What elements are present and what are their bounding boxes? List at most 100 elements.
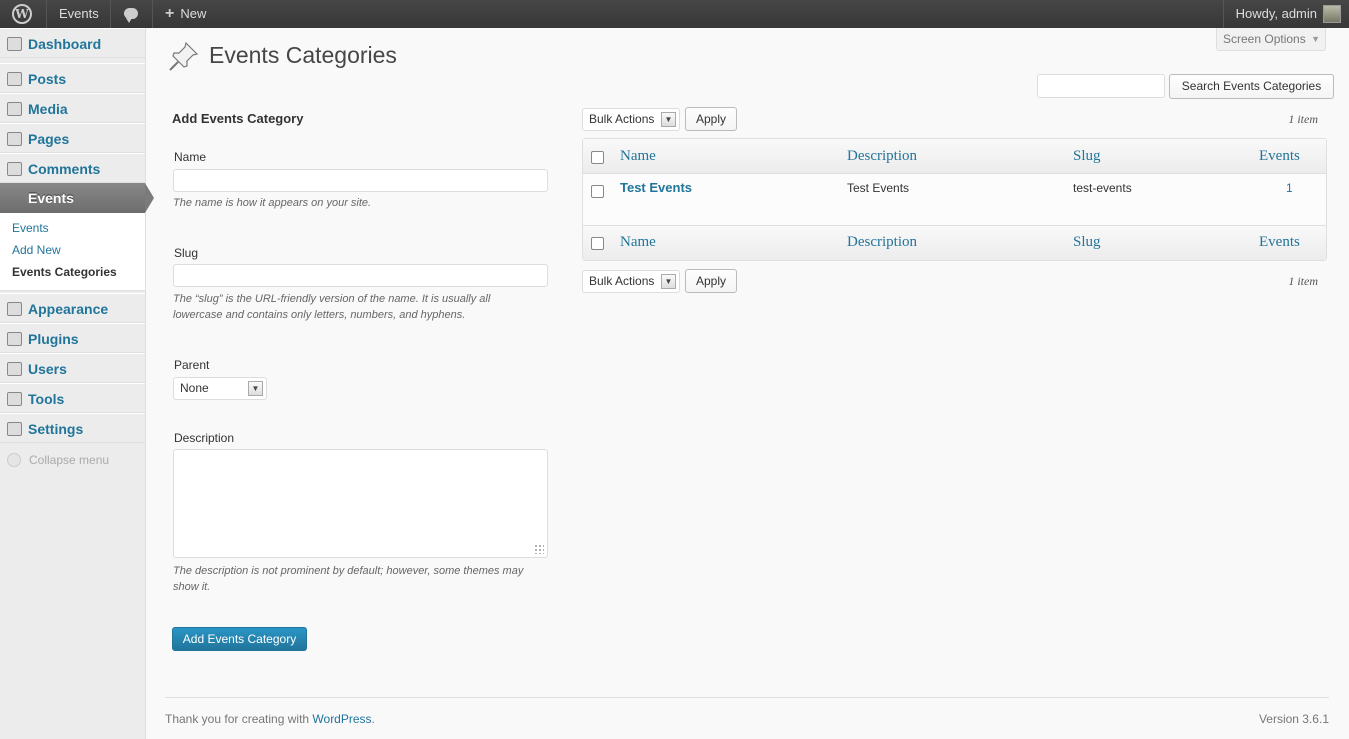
menu-settings[interactable]: Settings — [0, 413, 145, 443]
menu-pages[interactable]: Pages — [0, 123, 145, 153]
collapse-arrow-icon — [7, 452, 21, 467]
admin-bar: W Events + New Howdy, admin — [0, 0, 1349, 28]
plugin-icon — [7, 332, 22, 346]
menu-label: Tools — [28, 391, 65, 407]
row-description: Test Events — [847, 181, 910, 195]
wordpress-link[interactable]: WordPress — [312, 712, 371, 726]
settings-icon — [7, 422, 22, 436]
column-events-header[interactable]: Events — [1259, 148, 1300, 165]
avatar — [1323, 4, 1341, 23]
submenu-events[interactable]: Events — [12, 221, 49, 235]
row-checkbox[interactable] — [591, 185, 604, 198]
wordpress-logo-menu[interactable]: W — [0, 0, 46, 28]
description-help-line: The description is not prominent by defa… — [173, 565, 524, 577]
search-input[interactable] — [1037, 74, 1165, 98]
bulk-actions-value: Bulk Actions — [589, 112, 655, 126]
apply-button[interactable]: Apply — [685, 107, 737, 131]
column-description-header[interactable]: Description — [847, 148, 917, 165]
submenu-events-categories[interactable]: Events Categories — [12, 265, 117, 279]
menu-label: Posts — [28, 71, 67, 87]
add-events-category-button[interactable]: Add Events Category — [172, 627, 307, 651]
submenu-add-new[interactable]: Add New — [12, 243, 61, 257]
select-all-checkbox[interactable] — [591, 151, 604, 164]
menu-label: Settings — [28, 421, 84, 437]
parent-value: None — [180, 381, 209, 395]
resize-grip-icon[interactable] — [534, 544, 544, 554]
new-label: New — [180, 6, 207, 21]
table-header: Name Description Slug Events — [583, 139, 1326, 174]
wordpress-icon: W — [12, 4, 32, 24]
menu-comments[interactable]: Comments — [0, 153, 145, 183]
name-help: The name is how it appears on your site. — [173, 197, 372, 209]
menu-label: Comments — [28, 161, 101, 177]
pushpin-icon — [7, 72, 22, 86]
column-description-header[interactable]: Description — [847, 234, 917, 251]
events-submenu: Events Add New Events Categories — [0, 213, 145, 291]
menu-posts[interactable]: Posts — [0, 63, 145, 93]
row-name-link[interactable]: Test Events — [620, 180, 692, 195]
menu-appearance[interactable]: Appearance — [0, 293, 145, 323]
admin-menu: Dashboard Posts Media Pages Comments Eve… — [0, 28, 154, 739]
comments-icon — [7, 162, 22, 176]
table-row: Test Events Test Events test-events 1 — [583, 174, 1326, 225]
menu-plugins[interactable]: Plugins — [0, 323, 145, 353]
menu-users[interactable]: Users — [0, 353, 145, 383]
menu-media[interactable]: Media — [0, 93, 145, 123]
item-count-bottom: 1 item — [1288, 274, 1318, 288]
my-account-menu[interactable]: Howdy, admin — [1222, 0, 1349, 28]
row-slug: test-events — [1073, 181, 1132, 195]
column-name-header[interactable]: Name — [620, 234, 656, 251]
divider — [110, 0, 111, 28]
menu-label: Dashboard — [28, 36, 102, 52]
footer-thanks-text: Thank you for creating with — [165, 712, 313, 726]
menu-label: Media — [28, 101, 68, 117]
column-name-header[interactable]: Name — [620, 148, 656, 165]
comments-link[interactable] — [116, 0, 152, 28]
menu-label: Plugins — [28, 331, 79, 347]
column-slug-header[interactable]: Slug — [1073, 234, 1101, 251]
parent-select[interactable]: None ▼ — [173, 377, 267, 400]
menu-dashboard[interactable]: Dashboard — [0, 28, 145, 58]
page-title: Events Categories — [209, 42, 397, 68]
bulk-actions-select-bottom[interactable]: Bulk Actions ▼ — [582, 270, 680, 293]
menu-label: Appearance — [28, 301, 109, 317]
menu-label: Events — [28, 190, 74, 206]
site-name-link[interactable]: Events — [59, 0, 99, 28]
pages-icon — [7, 132, 22, 146]
description-help-line: show it. — [173, 581, 211, 593]
slug-help: The “slug” is the URL-friendly version o… — [173, 291, 490, 323]
table-footer: Name Description Slug Events — [583, 225, 1326, 260]
column-events-header[interactable]: Events — [1259, 234, 1300, 251]
screen-options-button[interactable]: Screen Options ▼ — [1216, 28, 1326, 51]
slug-help-line: lowercase and contains only letters, num… — [173, 309, 466, 321]
media-icon — [7, 102, 22, 116]
plus-icon: + — [165, 5, 175, 22]
bulk-actions-select[interactable]: Bulk Actions ▼ — [582, 108, 680, 131]
menu-tools[interactable]: Tools — [0, 383, 145, 413]
name-field[interactable] — [173, 169, 548, 192]
new-content-menu[interactable]: + New — [165, 0, 206, 28]
dashboard-icon — [7, 37, 22, 51]
form-heading: Add Events Category — [172, 111, 304, 126]
chevron-down-icon: ▼ — [661, 112, 676, 127]
menu-events[interactable]: Events — [0, 183, 154, 213]
divider — [46, 0, 47, 28]
bulk-actions-value: Bulk Actions — [589, 274, 655, 288]
apply-button-bottom[interactable]: Apply — [685, 269, 737, 293]
search-button[interactable]: Search Events Categories — [1169, 74, 1334, 99]
select-all-checkbox[interactable] — [591, 237, 604, 250]
triangle-down-icon: ▼ — [1311, 34, 1320, 44]
appearance-icon — [7, 302, 22, 316]
howdy-label: Howdy, admin — [1235, 6, 1317, 21]
slug-field[interactable] — [173, 264, 548, 287]
row-events-count-link[interactable]: 1 — [1286, 181, 1293, 195]
item-count: 1 item — [1288, 112, 1318, 126]
description-textarea[interactable] — [173, 449, 548, 558]
collapse-menu-button[interactable]: Collapse menu — [7, 452, 110, 468]
categories-table: Name Description Slug Events Test Events… — [582, 138, 1327, 261]
slug-label: Slug — [174, 246, 199, 260]
parent-label: Parent — [174, 358, 210, 372]
collapse-label: Collapse menu — [29, 453, 110, 467]
chevron-down-icon: ▼ — [248, 381, 263, 396]
column-slug-header[interactable]: Slug — [1073, 148, 1101, 165]
